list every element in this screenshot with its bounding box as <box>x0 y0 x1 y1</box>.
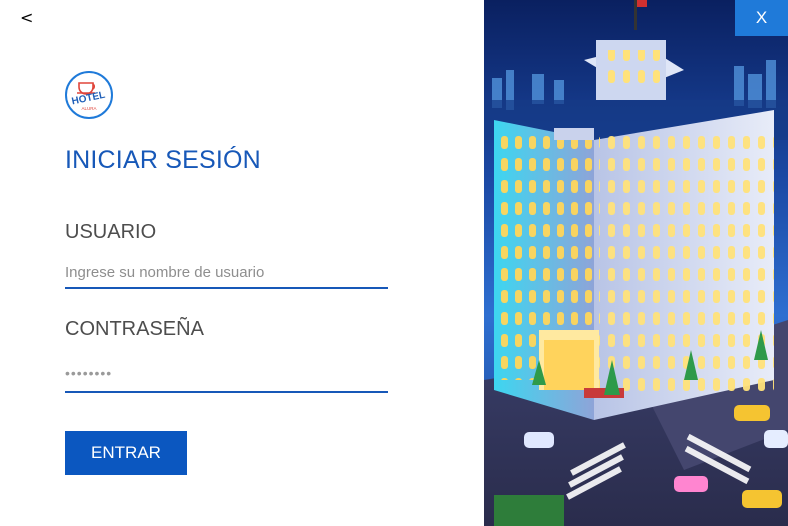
username-field[interactable] <box>65 257 388 289</box>
logo-subtext: ALURA <box>81 106 96 111</box>
page-title: INICIAR SESIÓN <box>65 146 261 174</box>
hotel-logo-icon: HOTEL ALURA <box>65 71 113 119</box>
login-panel: < HOTEL ALURA INICIAR SESIÓN USUARIO CON… <box>0 0 484 526</box>
username-label: USUARIO <box>65 221 157 243</box>
password-label: CONTRASEÑA <box>65 318 204 340</box>
close-button[interactable]: X <box>735 0 788 36</box>
hotel-illustration: X <box>484 0 788 526</box>
hotel-illustration-svg <box>484 0 788 526</box>
login-button[interactable]: ENTRAR <box>65 431 187 475</box>
password-field[interactable] <box>65 355 388 393</box>
back-button[interactable]: < <box>20 8 33 27</box>
